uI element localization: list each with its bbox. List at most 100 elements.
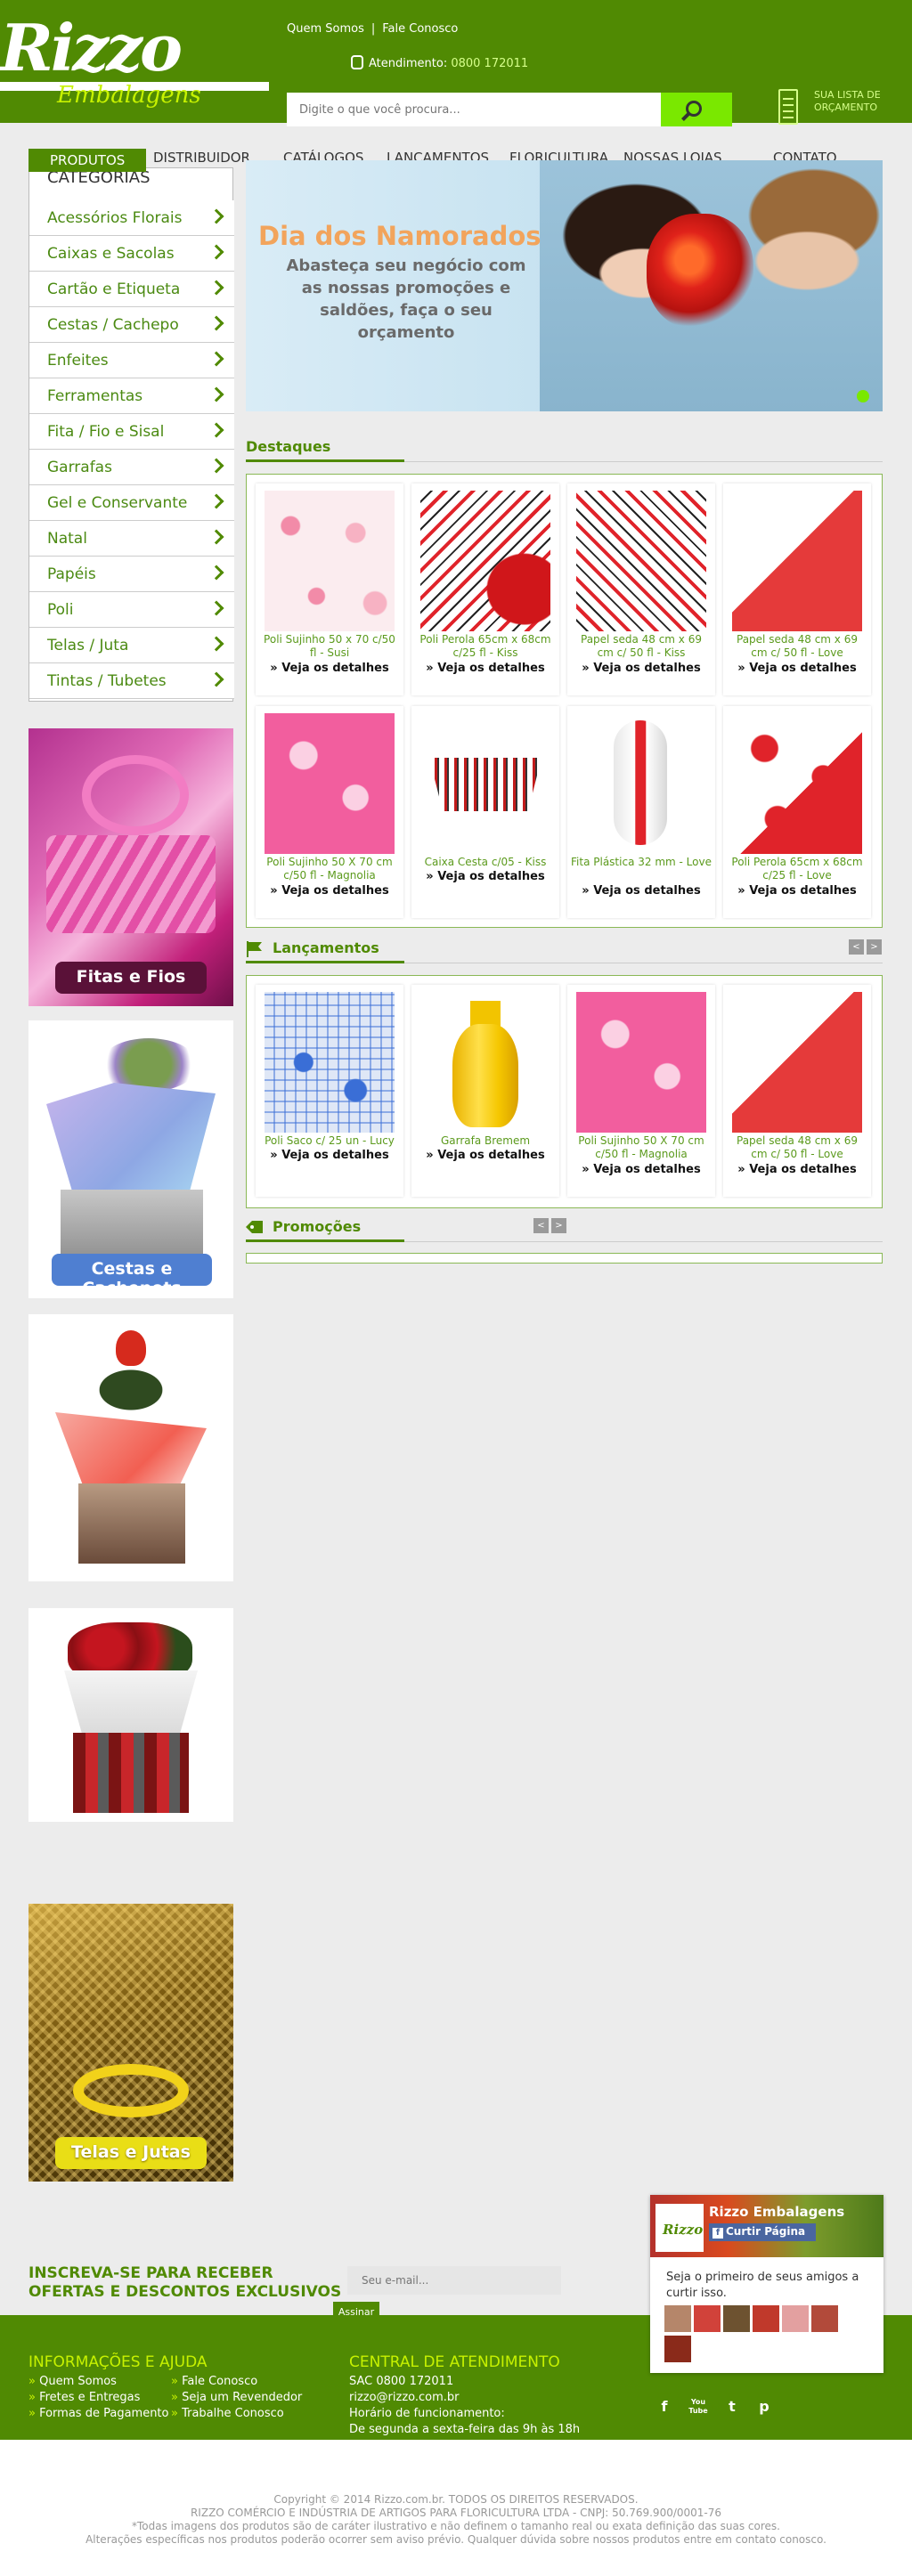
friend-avatar[interactable]: [723, 2305, 750, 2332]
category-item[interactable]: Garrafas: [29, 450, 234, 485]
product-image[interactable]: [265, 992, 395, 1133]
banner-telas-e-jutas[interactable]: Telas e Jutas: [28, 1904, 233, 2182]
details-link[interactable]: » Veja os detalhes: [415, 662, 556, 675]
product-card[interactable]: Poli Perola 65cm x 68cm c/25 fl - Love »…: [723, 706, 871, 918]
category-item[interactable]: Acessórios Florais: [29, 200, 234, 236]
product-card[interactable]: Papel seda 48 cm x 69 cm c/ 50 fl - Love…: [723, 985, 871, 1197]
prev-arrow-icon[interactable]: <: [533, 1218, 549, 1233]
pinterest-icon[interactable]: p: [750, 2393, 778, 2421]
product-card[interactable]: Poli Perola 65cm x 68cm c/25 fl - Kiss »…: [411, 484, 559, 695]
friend-avatar[interactable]: [782, 2305, 809, 2332]
details-link[interactable]: » Veja os detalhes: [571, 884, 712, 898]
info-link[interactable]: » Trabalhe Conosco: [171, 2406, 302, 2422]
facebook-like-button[interactable]: f Curtir Página: [709, 2223, 816, 2241]
product-name[interactable]: Papel seda 48 cm x 69 cm c/ 50 fl - Love: [727, 1134, 867, 1161]
product-card[interactable]: Poli Saco c/ 25 un - Lucy » Veja os deta…: [256, 985, 403, 1197]
product-image[interactable]: [265, 491, 395, 631]
category-item[interactable]: Telas / Juta: [29, 628, 234, 663]
friend-avatar[interactable]: [753, 2305, 779, 2332]
fale-conosco-link[interactable]: Fale Conosco: [382, 22, 458, 36]
product-name[interactable]: Poli Sujinho 50 x 70 c/50 fl - Susi: [259, 633, 400, 660]
banner-roses[interactable]: [28, 1608, 233, 1822]
facebook-page-name[interactable]: Rizzo Embalagens: [709, 2204, 844, 2220]
details-link[interactable]: » Veja os detalhes: [259, 884, 400, 898]
contact-email[interactable]: rizzo@rizzo.com.br: [349, 2390, 580, 2406]
details-link[interactable]: » Veja os detalhes: [415, 870, 556, 883]
details-link[interactable]: » Veja os detalhes: [727, 1163, 867, 1176]
prev-arrow-icon[interactable]: <: [849, 939, 864, 955]
youtube-icon[interactable]: You Tube: [684, 2393, 712, 2421]
product-image[interactable]: [576, 992, 706, 1133]
category-item[interactable]: Enfeites: [29, 343, 234, 378]
product-image[interactable]: [420, 491, 550, 631]
product-name[interactable]: Poli Perola 65cm x 68cm c/25 fl - Love: [727, 856, 867, 882]
product-card[interactable]: Poli Sujinho 50 x 70 c/50 fl - Susi » Ve…: [256, 484, 403, 695]
product-name[interactable]: Poli Sujinho 50 X 70 cm c/50 fl - Magnol…: [259, 856, 400, 882]
product-image[interactable]: [420, 713, 550, 854]
details-link[interactable]: » Veja os detalhes: [571, 662, 712, 675]
product-name[interactable]: Garrafa Bremem: [415, 1134, 556, 1148]
friend-avatar[interactable]: [694, 2305, 721, 2332]
facebook-social-icon[interactable]: f: [650, 2393, 679, 2421]
next-arrow-icon[interactable]: >: [551, 1218, 566, 1233]
product-image[interactable]: [732, 491, 862, 631]
details-link[interactable]: » Veja os detalhes: [727, 662, 867, 675]
product-name[interactable]: Fita Plástica 32 mm - Love: [571, 856, 712, 869]
search-input[interactable]: [287, 93, 661, 126]
product-card[interactable]: Caixa Cesta c/05 - Kiss » Veja os detalh…: [411, 706, 559, 918]
product-card[interactable]: Poli Sujinho 50 X 70 cm c/50 fl - Magnol…: [567, 985, 715, 1197]
category-item[interactable]: Tintas / Tubetes: [29, 663, 234, 699]
details-link[interactable]: » Veja os detalhes: [259, 662, 400, 675]
product-image[interactable]: [732, 992, 862, 1133]
product-card[interactable]: Poli Sujinho 50 X 70 cm c/50 fl - Magnol…: [256, 706, 403, 918]
category-item[interactable]: Cartão e Etiqueta: [29, 272, 234, 307]
product-image[interactable]: [732, 713, 862, 854]
logo[interactable]: Rizzo: [0, 16, 214, 80]
category-item[interactable]: Gel e Conservante: [29, 485, 234, 521]
banner-fitas-e-fios[interactable]: Fitas e Fios: [28, 728, 233, 1006]
info-link[interactable]: » Fretes e Entregas: [28, 2390, 169, 2406]
friend-avatar[interactable]: [664, 2305, 691, 2332]
product-card[interactable]: Papel seda 48 cm x 69 cm c/ 50 fl - Love…: [723, 484, 871, 695]
banner-flower-pot[interactable]: [28, 1314, 233, 1581]
product-image[interactable]: [576, 713, 706, 854]
product-name[interactable]: Papel seda 48 cm x 69 cm c/ 50 fl - Love: [727, 633, 867, 660]
subscribe-button[interactable]: Assinar: [333, 2302, 379, 2321]
category-item[interactable]: Ferramentas: [29, 378, 234, 414]
next-arrow-icon[interactable]: >: [867, 939, 882, 955]
category-item[interactable]: Poli: [29, 592, 234, 628]
product-name[interactable]: Caixa Cesta c/05 - Kiss: [415, 856, 556, 869]
twitter-icon[interactable]: t: [718, 2393, 746, 2421]
details-link[interactable]: » Veja os detalhes: [259, 1149, 400, 1162]
facebook-avatar[interactable]: Rizzo: [656, 2204, 704, 2252]
info-link[interactable]: » Fale Conosco: [171, 2374, 302, 2390]
product-image[interactable]: [420, 992, 550, 1133]
newsletter-email-input[interactable]: [347, 2266, 561, 2295]
product-card[interactable]: Papel seda 48 cm x 69 cm c/ 50 fl - Kiss…: [567, 484, 715, 695]
info-link[interactable]: » Seja um Revendedor: [171, 2390, 302, 2406]
category-item[interactable]: Caixas e Sacolas: [29, 236, 234, 272]
nav-produtos[interactable]: PRODUTOS: [28, 149, 147, 172]
category-item[interactable]: Natal: [29, 521, 234, 557]
hero-banner[interactable]: Dia dos Namorados Abasteça seu negócio c…: [246, 160, 883, 411]
product-image[interactable]: [576, 491, 706, 631]
product-name[interactable]: Poli Saco c/ 25 un - Lucy: [259, 1134, 400, 1148]
info-link[interactable]: » Formas de Pagamento: [28, 2406, 169, 2422]
product-card[interactable]: Fita Plástica 32 mm - Love » Veja os det…: [567, 706, 715, 918]
product-name[interactable]: Poli Perola 65cm x 68cm c/25 fl - Kiss: [415, 633, 556, 660]
search-button[interactable]: [661, 93, 732, 126]
details-link[interactable]: » Veja os detalhes: [571, 1163, 712, 1176]
quem-somos-link[interactable]: Quem Somos: [287, 22, 364, 36]
product-image[interactable]: [265, 713, 395, 854]
details-link[interactable]: » Veja os detalhes: [415, 1149, 556, 1162]
details-link[interactable]: » Veja os detalhes: [727, 884, 867, 898]
product-name[interactable]: Poli Sujinho 50 X 70 cm c/50 fl - Magnol…: [571, 1134, 712, 1161]
product-card[interactable]: Garrafa Bremem » Veja os detalhes: [411, 985, 559, 1197]
category-item[interactable]: Fita / Fio e Sisal: [29, 414, 234, 450]
info-link[interactable]: » Quem Somos: [28, 2374, 169, 2390]
category-item[interactable]: Papéis: [29, 557, 234, 592]
category-item[interactable]: Cestas / Cachepo: [29, 307, 234, 343]
friend-avatar[interactable]: [811, 2305, 838, 2332]
product-name[interactable]: Papel seda 48 cm x 69 cm c/ 50 fl - Kiss: [571, 633, 712, 660]
slider-dot[interactable]: [857, 390, 869, 402]
